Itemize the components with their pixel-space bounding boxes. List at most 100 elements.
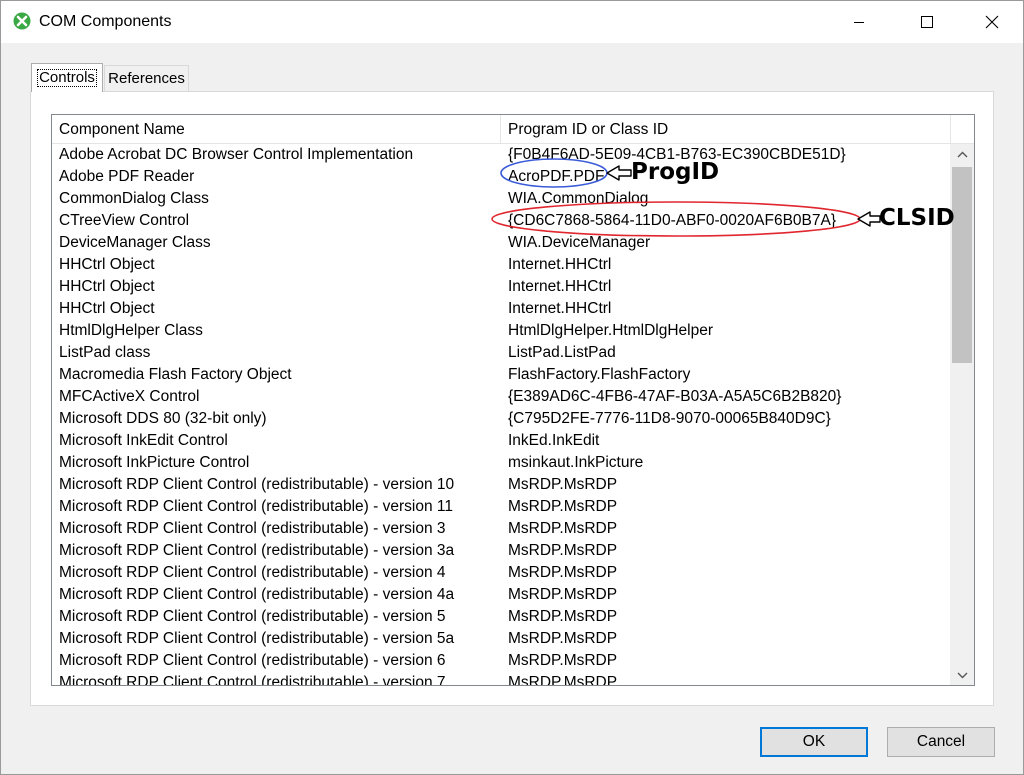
ok-button[interactable]: OK	[760, 727, 868, 757]
program-id-cell: Internet.HHCtrl	[508, 300, 612, 317]
chevron-down-icon	[957, 672, 967, 678]
list-item[interactable]: Adobe PDF Reader AcroPDF.PDF	[52, 166, 950, 188]
component-name-cell: HtmlDlgHelper Class	[59, 322, 203, 339]
component-name-cell: HHCtrl Object	[59, 278, 155, 295]
list-item[interactable]: Microsoft RDP Client Control (redistribu…	[52, 496, 950, 518]
maximize-button[interactable]	[904, 1, 950, 43]
list-item[interactable]: HHCtrl Object Internet.HHCtrl	[52, 276, 950, 298]
list-item[interactable]: DeviceManager Class WIA.DeviceManager	[52, 232, 950, 254]
list-item[interactable]: Microsoft RDP Client Control (redistribu…	[52, 584, 950, 606]
component-name-cell: CTreeView Control	[59, 212, 190, 229]
program-id-cell: FlashFactory.FlashFactory	[508, 366, 691, 383]
list-item[interactable]: Microsoft InkEdit Control InkEd.InkEdit	[52, 430, 950, 452]
component-name-cell: Microsoft RDP Client Control (redistribu…	[59, 564, 446, 581]
components-list[interactable]: Component Name Program ID or Class ID Ad…	[51, 114, 975, 686]
tab-controls[interactable]: Controls	[31, 63, 103, 92]
list-item[interactable]: Microsoft RDP Client Control (redistribu…	[52, 540, 950, 562]
list-item[interactable]: HHCtrl Object Internet.HHCtrl	[52, 254, 950, 276]
component-name-cell: ListPad class	[59, 344, 151, 361]
component-name-cell: Microsoft RDP Client Control (redistribu…	[59, 542, 455, 559]
close-icon	[985, 15, 999, 29]
list-item[interactable]: HtmlDlgHelper Class HtmlDlgHelper.HtmlDlg…	[52, 320, 950, 342]
program-id-cell: Internet.HHCtrl	[508, 256, 612, 273]
component-name-cell: Microsoft DDS 80 (32-bit only)	[59, 410, 267, 427]
list-item[interactable]: Microsoft RDP Client Control (redistribu…	[52, 518, 950, 540]
program-id-cell: Internet.HHCtrl	[508, 278, 612, 295]
chevron-up-icon	[957, 151, 967, 157]
component-name-cell: DeviceManager Class	[59, 234, 211, 251]
program-id-cell: MsRDP.MsRDP	[508, 674, 618, 686]
program-id-cell: WIA.CommonDialog	[508, 190, 649, 207]
component-name-cell: Microsoft RDP Client Control (redistribu…	[59, 498, 453, 515]
list-item[interactable]: Microsoft DDS 80 (32-bit only) {C795D2FE-…	[52, 408, 950, 430]
list-item[interactable]: Microsoft RDP Client Control (redistribu…	[52, 562, 950, 584]
component-name-cell: Microsoft RDP Client Control (redistribu…	[59, 476, 455, 493]
program-id-cell: MsRDP.MsRDP	[508, 476, 618, 493]
program-id-cell: MsRDP.MsRDP	[508, 586, 618, 603]
cancel-button[interactable]: Cancel	[887, 727, 995, 757]
minimize-icon	[854, 22, 864, 23]
program-id-cell: HtmlDlgHelper.HtmlDlgHelper	[508, 322, 713, 339]
green-circle-x-icon	[13, 12, 31, 30]
component-name-cell: Microsoft RDP Client Control (redistribu…	[59, 652, 446, 669]
maximize-icon	[921, 16, 933, 28]
title-bar: COM Components	[1, 1, 1023, 43]
program-id-cell: {E389AD6C-4FB6-47AF-B03A-A5A5C6B2B820}	[508, 388, 842, 405]
program-id-cell: MsRDP.MsRDP	[508, 520, 618, 537]
list-item[interactable]: Microsoft RDP Client Control (redistribu…	[52, 650, 950, 672]
component-name-cell: MFCActiveX Control	[59, 388, 200, 405]
program-id-cell: {CD6C7868-5864-11D0-ABF0-0020AF6B0B7A}	[508, 212, 836, 229]
program-id-cell: WIA.DeviceManager	[508, 234, 651, 251]
tab-references[interactable]: References	[104, 65, 189, 91]
window-title: COM Components	[39, 13, 172, 30]
list-item[interactable]: MFCActiveX Control {E389AD6C-4FB6-47AF-B0…	[52, 386, 950, 408]
component-name-cell: HHCtrl Object	[59, 300, 155, 317]
scroll-up-button[interactable]	[950, 144, 974, 164]
minimize-button[interactable]	[836, 1, 882, 43]
program-id-cell: MsRDP.MsRDP	[508, 630, 618, 647]
program-id-cell: AcroPDF.PDF	[508, 168, 605, 185]
component-name-cell: Adobe PDF Reader	[59, 168, 195, 185]
close-button[interactable]	[969, 1, 1015, 43]
component-name-cell: Macromedia Flash Factory Object	[59, 366, 292, 383]
program-id-cell: ListPad.ListPad	[508, 344, 616, 361]
controls-tab-panel: Component Name Program ID or Class ID Ad…	[30, 91, 994, 706]
list-item[interactable]: CommonDialog Class WIA.CommonDialog	[52, 188, 950, 210]
list-item[interactable]: Microsoft RDP Client Control (redistribu…	[52, 672, 950, 686]
scrollbar-thumb[interactable]	[952, 167, 972, 363]
program-id-cell: MsRDP.MsRDP	[508, 498, 618, 515]
list-item[interactable]: Macromedia Flash Factory Object FlashFact…	[52, 364, 950, 386]
component-name-cell: HHCtrl Object	[59, 256, 155, 273]
component-name-cell: Microsoft RDP Client Control (redistribu…	[59, 586, 455, 603]
program-id-cell: msinkaut.InkPicture	[508, 454, 644, 471]
program-id-cell: {C795D2FE-7776-11D8-9070-00065B840D9C}	[508, 410, 831, 427]
list-header: Component Name Program ID or Class ID	[52, 115, 974, 144]
component-name-cell: Microsoft RDP Client Control (redistribu…	[59, 520, 446, 537]
scroll-down-button[interactable]	[950, 665, 974, 685]
component-name-cell: Microsoft InkEdit Control	[59, 432, 228, 449]
component-name-cell: Adobe Acrobat DC Browser Control Impleme…	[59, 146, 414, 163]
component-name-cell: Microsoft RDP Client Control (redistribu…	[59, 674, 446, 686]
program-id-cell: InkEd.InkEdit	[508, 432, 600, 449]
tab-controls-label: Controls	[37, 69, 97, 87]
list-rows: Adobe Acrobat DC Browser Control Impleme…	[52, 144, 950, 686]
program-id-cell: MsRDP.MsRDP	[508, 652, 618, 669]
column-header-program-id[interactable]: Program ID or Class ID	[501, 115, 951, 144]
component-name-cell: Microsoft InkPicture Control	[59, 454, 250, 471]
component-name-cell: Microsoft RDP Client Control (redistribu…	[59, 608, 446, 625]
program-id-cell: {F0B4F6AD-5E09-4CB1-B763-EC390CBDE51D}	[508, 146, 846, 163]
list-item[interactable]: Microsoft RDP Client Control (redistribu…	[52, 628, 950, 650]
program-id-cell: MsRDP.MsRDP	[508, 542, 618, 559]
list-item[interactable]: HHCtrl Object Internet.HHCtrl	[52, 298, 950, 320]
list-item[interactable]: Microsoft RDP Client Control (redistribu…	[52, 606, 950, 628]
list-item[interactable]: CTreeView Control {CD6C7868-5864-11D0-ABF…	[52, 210, 950, 232]
list-item[interactable]: Adobe Acrobat DC Browser Control Impleme…	[52, 144, 950, 166]
list-item[interactable]: ListPad class ListPad.ListPad	[52, 342, 950, 364]
com-components-dialog: COM Components Controls References Compo…	[0, 0, 1024, 775]
list-item[interactable]: Microsoft InkPicture Control msinkaut.Ink…	[52, 452, 950, 474]
list-item[interactable]: Microsoft RDP Client Control (redistribu…	[52, 474, 950, 496]
column-header-component-name[interactable]: Component Name	[52, 115, 501, 144]
vertical-scrollbar[interactable]	[950, 144, 974, 685]
program-id-cell: MsRDP.MsRDP	[508, 608, 618, 625]
component-name-cell: Microsoft RDP Client Control (redistribu…	[59, 630, 455, 647]
